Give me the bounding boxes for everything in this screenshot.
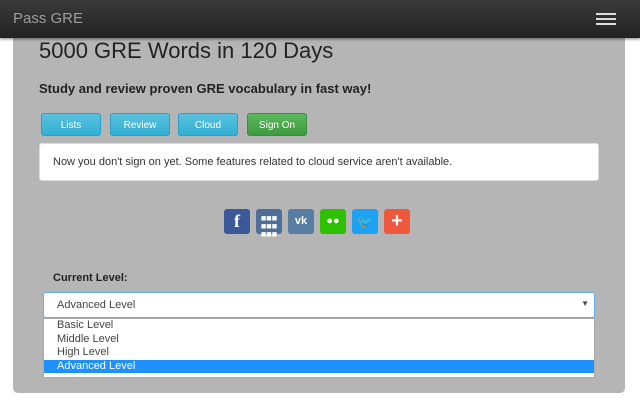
sign-on-alert: Now you don't sign on yet. Some features… bbox=[39, 143, 599, 181]
sign-on-button[interactable]: Sign On bbox=[247, 113, 307, 136]
cloud-button[interactable]: Cloud bbox=[178, 113, 238, 136]
level-option-advanced[interactable]: Advanced Level bbox=[44, 359, 594, 373]
level-select[interactable]: Advanced Level ▼ bbox=[43, 292, 595, 318]
wechat-icon[interactable]: ●● bbox=[320, 209, 346, 234]
review-button[interactable]: Review bbox=[110, 113, 170, 136]
level-option-middle[interactable]: Middle Level bbox=[44, 333, 594, 347]
apps-grid-icon[interactable]: ■■■ ■■■ ■■■ bbox=[256, 209, 282, 239]
more-share-icon[interactable]: + bbox=[384, 209, 410, 234]
current-level-label: Current Level: bbox=[53, 272, 128, 284]
level-selected-value: Advanced Level bbox=[57, 299, 136, 311]
dropdown-arrow-icon: ▼ bbox=[581, 299, 589, 308]
hamburger-icon[interactable] bbox=[596, 13, 616, 26]
lists-button[interactable]: Lists bbox=[41, 113, 101, 136]
level-option-high[interactable]: High Level bbox=[44, 346, 594, 360]
subtitle: Study and review proven GRE vocabulary i… bbox=[39, 81, 372, 96]
facebook-icon[interactable]: f bbox=[224, 209, 250, 234]
brand[interactable]: Pass GRE bbox=[13, 10, 83, 27]
page-title: 5000 GRE Words in 120 Days bbox=[39, 38, 334, 63]
navbar: Pass GRE bbox=[0, 0, 640, 38]
twitter-icon[interactable]: 🐦 bbox=[352, 209, 378, 234]
level-option-basic[interactable]: Basic Level bbox=[44, 319, 594, 333]
level-dropdown-list: Basic Level Middle Level High Level Adva… bbox=[43, 318, 595, 378]
vk-icon[interactable]: vk bbox=[288, 209, 314, 234]
